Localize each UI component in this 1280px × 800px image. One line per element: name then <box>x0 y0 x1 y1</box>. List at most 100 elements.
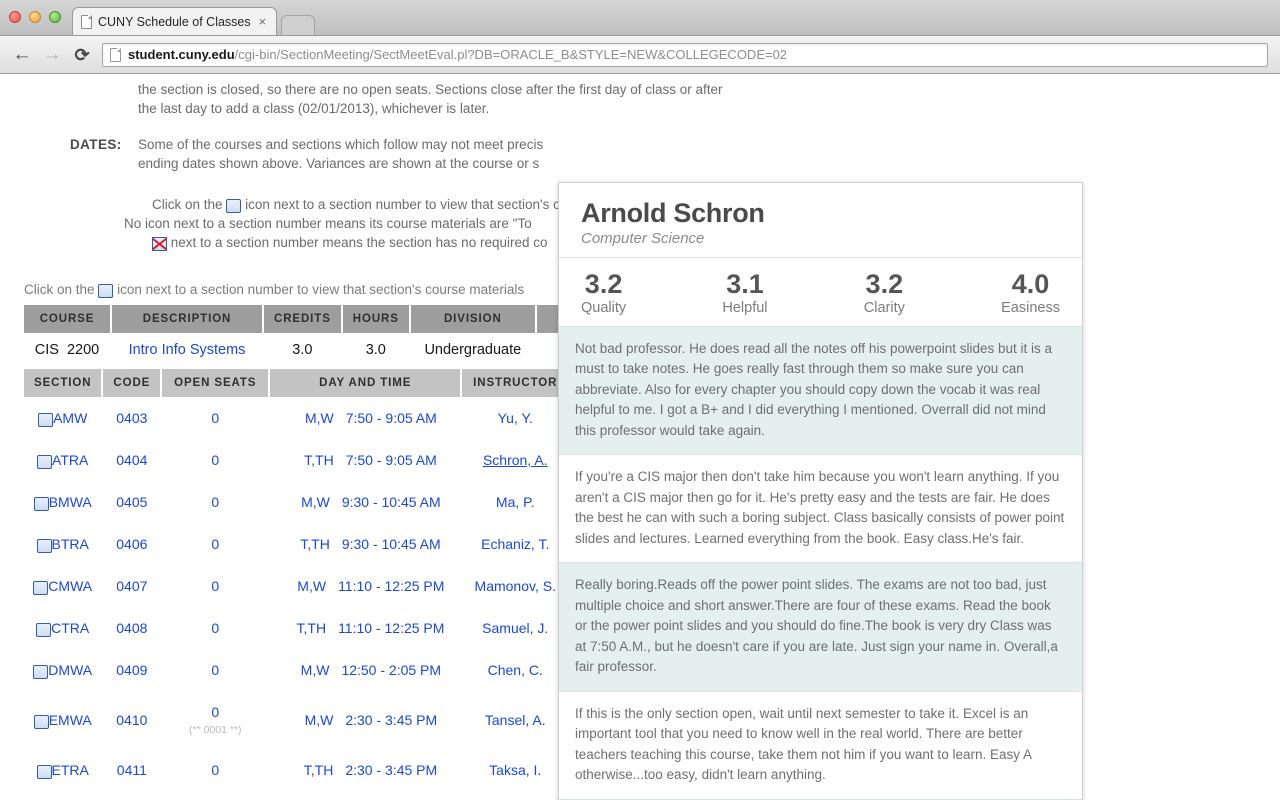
instructor-link[interactable]: Taksa, I. <box>489 762 541 778</box>
open-seats-cell: 0 <box>162 749 268 791</box>
tab-strip: CUNY Schedule of Classes × <box>0 0 1280 36</box>
book-icon[interactable] <box>33 581 49 595</box>
day-and-time-cell: T,TH 7:50 - 9:05 AM <box>270 439 460 481</box>
col-day-and-time: DAY AND TIME <box>270 369 461 397</box>
meeting-time: 2:30 - 3:45 PM <box>345 712 438 728</box>
table-row: ETRA 0411 0 T,TH 2:30 - 3:45 PM Taksa, I. <box>24 749 568 791</box>
section-cell: AMW <box>24 397 101 439</box>
new-tab-button[interactable] <box>281 15 316 35</box>
review-item: If you're a CIS major then don't take hi… <box>559 454 1082 563</box>
seat-note: (** 0001 **) <box>188 724 242 736</box>
reload-icon[interactable]: ⟳ <box>72 46 92 64</box>
section-link[interactable]: DMWA <box>48 662 92 678</box>
book-icon[interactable] <box>37 455 53 469</box>
book-icon <box>226 199 242 213</box>
section-link[interactable]: ATRA <box>52 452 88 468</box>
book-icon[interactable] <box>33 715 49 729</box>
day-and-time-cell: M,W 9:30 - 10:45 AM <box>270 481 460 523</box>
day-and-time-cell: M,W 2:30 - 3:45 PM <box>270 691 460 749</box>
instructor-cell: Shahzad, N. <box>462 791 568 800</box>
page-icon <box>81 14 92 29</box>
section-code: 0409 <box>116 662 148 678</box>
instructor-link[interactable]: Mamonov, S. <box>475 578 556 594</box>
table-row: AMW 0403 0 M,W 7:50 - 9:05 AM Yu, Y. <box>24 397 568 439</box>
section-code: 0406 <box>116 536 148 552</box>
day-and-time-cell: M,W 12:50 - 2:05 PM <box>270 649 460 691</box>
col-open-seats: OPEN SEATS <box>162 369 269 397</box>
section-link[interactable]: ETRA <box>52 762 89 778</box>
open-seats-value: 0 <box>211 762 220 778</box>
open-seats-cell: 0 <box>162 565 268 607</box>
book-icon[interactable] <box>36 539 52 553</box>
minimize-window-button[interactable] <box>29 11 41 23</box>
section-code: 0405 <box>116 494 148 510</box>
book-icon[interactable] <box>38 413 54 427</box>
open-seats-cell: 0 <box>162 481 268 523</box>
review-item: Not bad professor. He does read all the … <box>559 325 1082 455</box>
meeting-time: 7:50 - 9:05 AM <box>345 452 437 468</box>
score-easiness: 4.0 Easiness <box>1001 270 1060 316</box>
window-controls <box>9 11 61 23</box>
book-icon[interactable] <box>36 623 52 637</box>
dates-line-2: ending dates shown above. Variances are … <box>138 156 540 171</box>
table-row: CMWA 0407 0 M,W 11:10 - 12:25 PM Mamonov, S. <box>24 565 568 607</box>
section-link[interactable]: BMWA <box>49 494 92 510</box>
instructor-cell: Samuel, J. <box>462 607 568 649</box>
meeting-time: 12:50 - 2:05 PM <box>341 662 442 678</box>
open-seats-cell: 0 (** 0001 **) <box>162 691 268 749</box>
instructor-link[interactable]: Tansel, A. <box>485 712 546 728</box>
day-and-time-cell: M,W 11:10 - 12:25 PM <box>270 565 460 607</box>
section-cell: ETRA <box>24 749 101 791</box>
col-section: SECTION <box>24 369 102 397</box>
close-window-button[interactable] <box>9 11 21 23</box>
course-table: COURSE DESCRIPTION CREDITS HOURS DIVISIO… <box>22 305 607 367</box>
section-link[interactable]: BTRA <box>52 536 89 552</box>
section-cell: BMWA <box>24 481 101 523</box>
instructor-link[interactable]: Chen, C. <box>488 662 543 678</box>
meeting-days: M,W <box>304 410 334 426</box>
open-seats-value: 0 <box>211 494 220 510</box>
course-division: Undergraduate <box>424 342 522 358</box>
meeting-days: M,W <box>301 494 330 510</box>
section-cell: ATRA <box>24 439 101 481</box>
section-link[interactable]: CTRA <box>51 620 89 636</box>
score-label: Easiness <box>1001 299 1060 316</box>
col-course: COURSE <box>24 305 110 333</box>
popup-header: Arnold Schron Computer Science <box>559 183 1082 248</box>
meeting-days: M,W <box>300 662 330 678</box>
section-link[interactable]: CMWA <box>48 578 92 594</box>
book-icon[interactable] <box>33 497 49 511</box>
instructor-link[interactable]: Schron, A. <box>483 452 548 468</box>
section-link[interactable]: AMW <box>53 410 87 426</box>
instructor-link[interactable]: Ma, P. <box>496 494 535 510</box>
click-note-after: icon next to a section number to view th… <box>117 282 525 297</box>
close-tab-icon[interactable]: × <box>257 15 269 28</box>
course-table-row: CIS 2200 Intro Info Systems 3.0 3.0 Unde… <box>24 333 605 367</box>
section-cell: EMWA <box>24 691 101 749</box>
book-icon[interactable] <box>36 765 52 779</box>
section-table-header-row: SECTION CODE OPEN SEATS DAY AND TIME INS… <box>24 369 569 397</box>
dates-line-1: Some of the courses and sections which f… <box>138 137 544 152</box>
maximize-window-button[interactable] <box>49 11 61 23</box>
open-seats-value: 0 <box>211 620 220 636</box>
dates-label: DATES: <box>70 137 122 152</box>
instructor-link[interactable]: Samuel, J. <box>482 620 548 636</box>
col-description: DESCRIPTION <box>112 305 262 333</box>
back-icon[interactable]: ← <box>12 45 32 64</box>
open-seats-value: 0 <box>211 452 220 468</box>
instructor-link[interactable]: Echaniz, T. <box>481 536 549 552</box>
section-link[interactable]: EMWA <box>49 712 92 728</box>
url-path: /cgi-bin/SectionMeeting/SectMeetEval.pl?… <box>234 47 788 62</box>
col-division: DIVISION <box>410 305 535 333</box>
instructor-cell: Chen, C. <box>462 649 568 691</box>
section-code: 0410 <box>116 712 148 728</box>
instructor-cell: Echaniz, T. <box>462 523 568 565</box>
browser-tab[interactable]: CUNY Schedule of Classes × <box>72 7 278 35</box>
course-description-link[interactable]: Intro Info Systems <box>112 333 262 367</box>
open-seats-value: 0 <box>211 578 220 594</box>
forward-icon[interactable]: → <box>42 45 62 64</box>
instructor-link[interactable]: Yu, Y. <box>498 410 533 426</box>
section-code: 0411 <box>116 762 147 778</box>
address-bar[interactable]: student.cuny.edu/cgi-bin/SectionMeeting/… <box>102 42 1268 67</box>
book-icon[interactable] <box>33 665 49 679</box>
